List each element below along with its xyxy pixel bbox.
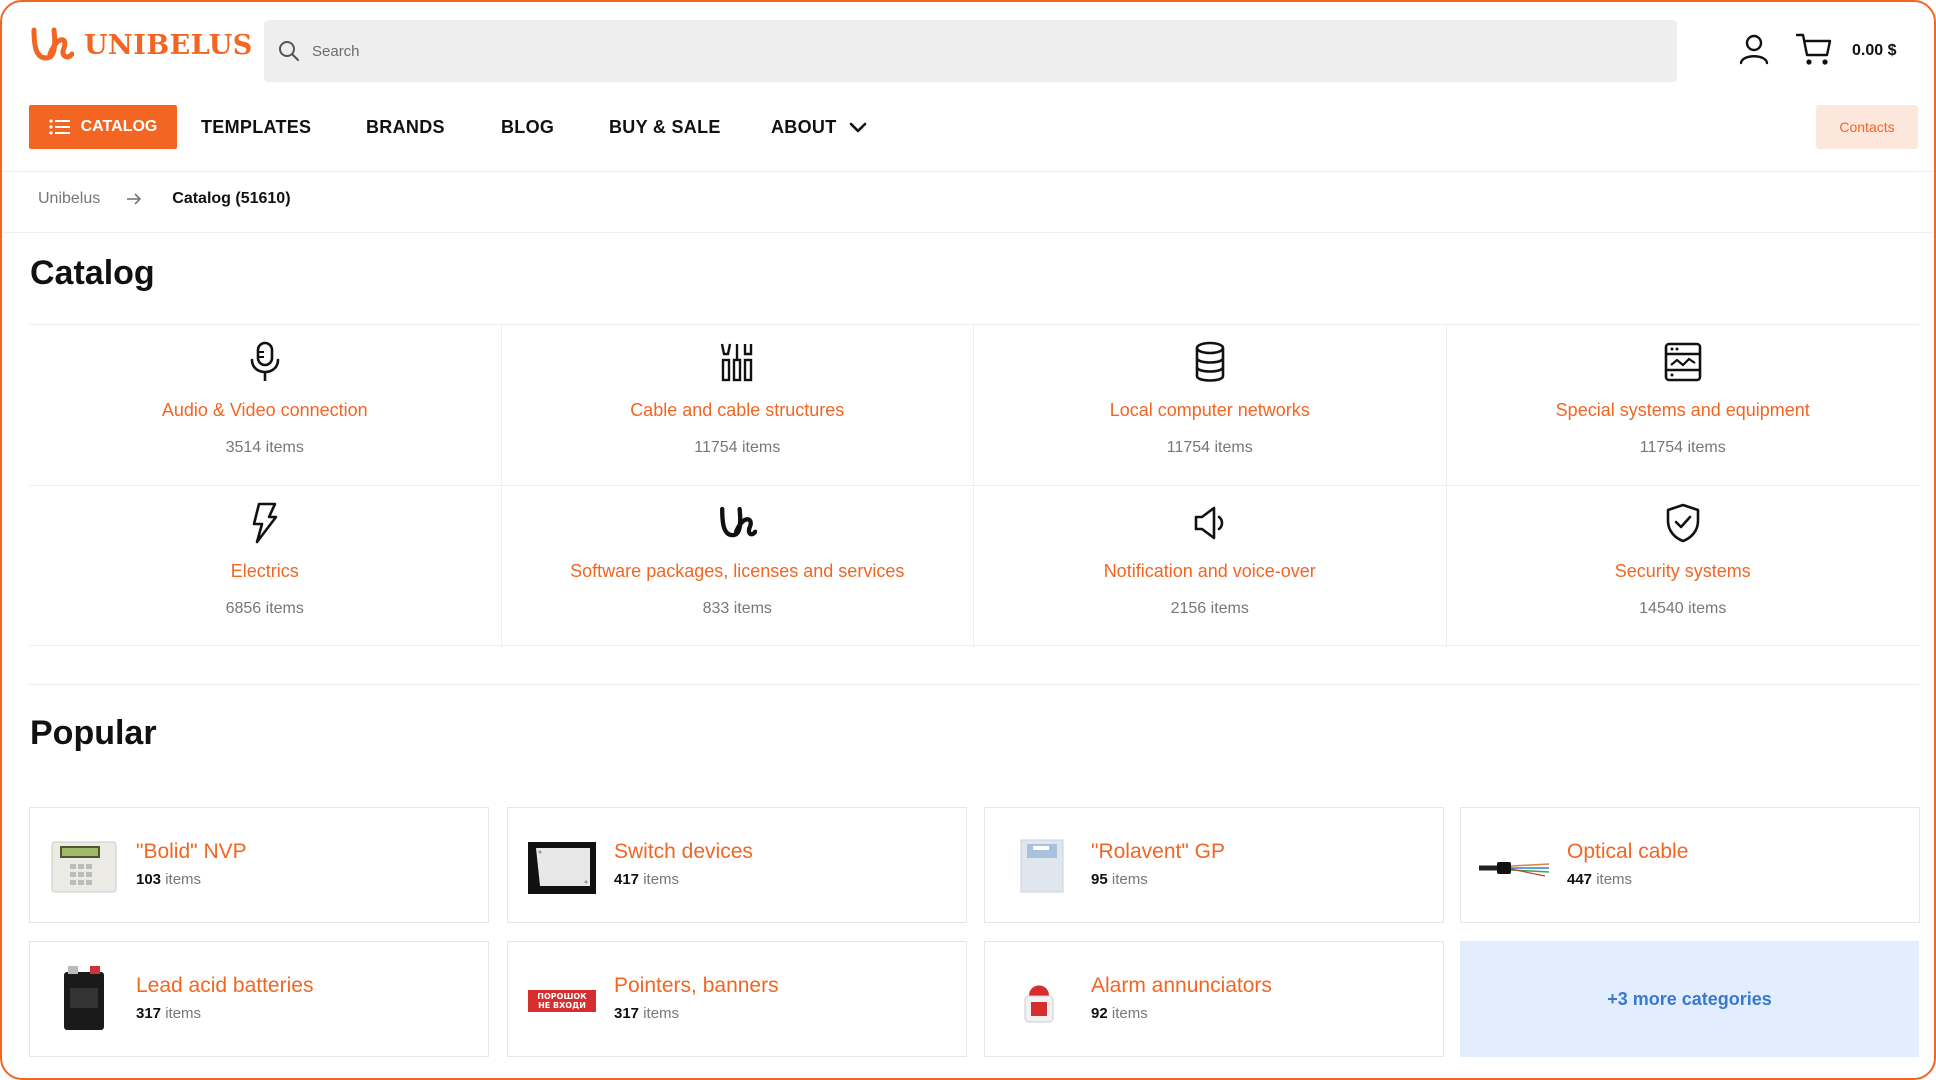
popular-item[interactable]: Alarm annunciators 92 items <box>984 941 1444 1057</box>
popular-item-count: 417 items <box>614 871 680 888</box>
category-count: 11754 items <box>1639 439 1726 456</box>
server-panel-icon <box>1664 342 1702 382</box>
catalog-grid: Audio & Video connection 3514 items Cabl… <box>29 324 1920 647</box>
brand-logo[interactable]: UNIBELUS <box>28 24 253 66</box>
menu-list-icon <box>49 119 70 135</box>
category-count: 3514 items <box>225 439 304 456</box>
category-card[interactable]: Electrics 6856 items <box>29 486 502 647</box>
popular-item-name: Switch devices <box>614 840 753 863</box>
category-count: 2156 items <box>1170 600 1249 617</box>
shield-check-icon <box>1666 503 1700 543</box>
popular-item[interactable]: Optical cable 447 items <box>1460 807 1920 923</box>
optical-cable-thumbnail <box>1479 862 1550 877</box>
chevron-down-icon <box>849 122 866 132</box>
nav-buy-sale[interactable]: BUY & SALE <box>609 117 721 138</box>
switch-device-thumbnail <box>528 842 596 894</box>
category-name: Notification and voice-over <box>1103 561 1316 581</box>
popular-item[interactable]: "Bolid" NVP 103 items <box>29 807 489 923</box>
popular-item-count: 92 items <box>1091 1005 1148 1022</box>
more-categories-button[interactable]: +3 more categories <box>1460 941 1919 1057</box>
contacts-button[interactable]: Contacts <box>1816 105 1918 149</box>
cart-total[interactable]: 0.00 $ <box>1852 42 1896 60</box>
category-name: Security systems <box>1614 561 1751 581</box>
nav-blog[interactable]: BLOG <box>501 117 554 138</box>
category-name: Cable and cable structures <box>630 400 845 420</box>
catalog-button-label: CATALOG <box>80 118 158 135</box>
alarm-annunciator-thumbnail <box>1024 985 1054 1023</box>
category-card[interactable]: Security systems 14540 items <box>1447 486 1920 647</box>
user-account-icon[interactable] <box>1737 32 1771 66</box>
category-name: Local computer networks <box>1109 400 1310 420</box>
breadcrumb: Unibelus Catalog (51610) <box>38 190 291 208</box>
cart-icon[interactable] <box>1795 31 1833 67</box>
popular-item-count: 317 items <box>136 1005 202 1022</box>
popular-item-count: 447 items <box>1567 871 1633 888</box>
category-name: Special systems and equipment <box>1555 400 1810 420</box>
popular-item[interactable]: "Rolavent" GP 95 items <box>984 807 1444 923</box>
category-card[interactable]: Software packages, licenses and services… <box>502 486 974 647</box>
divider <box>29 684 1919 685</box>
category-count: 6856 items <box>225 600 304 617</box>
popular-item[interactable]: Switch devices 417 items <box>507 807 967 923</box>
search-icon <box>279 41 299 61</box>
top-header: UNIBELUS 0.00 $ <box>2 2 1934 90</box>
banner-text-line-1: ПОРОШОК <box>537 992 587 1001</box>
popular-item-count: 103 items <box>136 871 202 888</box>
lightning-icon <box>252 502 278 544</box>
unibelus-logo-icon <box>720 506 758 538</box>
popular-item[interactable]: ПОРОШОК НЕ ВХОДИ Pointers, banners 317 i… <box>507 941 967 1057</box>
brand-name: UNIBELUS <box>84 29 253 61</box>
page-frame: UNIBELUS 0.00 $ CATALOG <box>0 0 1936 1080</box>
breadcrumb-current: Catalog (51610) <box>172 190 291 207</box>
category-count: 11754 items <box>694 439 781 456</box>
breadcrumb-home[interactable]: Unibelus <box>38 190 100 208</box>
banner-text-line-2: НЕ ВХОДИ <box>538 1001 586 1010</box>
popular-item-count: 317 items <box>614 1005 680 1022</box>
tools-icon <box>721 343 753 382</box>
category-card[interactable]: Notification and voice-over 2156 items <box>974 486 1447 647</box>
popular-item-name: Alarm annunciators <box>1091 974 1272 997</box>
arrow-right-icon <box>127 193 142 205</box>
rolavent-device-thumbnail <box>1020 839 1064 893</box>
divider <box>2 232 1934 233</box>
nav-about-label: ABOUT <box>771 117 837 137</box>
category-count: 833 items <box>702 600 772 617</box>
category-card[interactable]: Audio & Video connection 3514 items <box>29 325 502 486</box>
microphone-icon <box>250 341 280 381</box>
catalog-title: Catalog <box>30 254 155 292</box>
category-card[interactable]: Cable and cable structures 11754 items <box>501 325 974 486</box>
popular-item-name: Optical cable <box>1567 840 1689 863</box>
category-name: Electrics <box>230 561 299 581</box>
popular-item-name: Lead acid batteries <box>136 974 314 997</box>
popular-title: Popular <box>30 714 157 752</box>
catalog-button[interactable]: CATALOG <box>29 105 177 149</box>
category-card[interactable]: Local computer networks 11754 items <box>974 325 1447 486</box>
speaker-icon <box>1194 506 1224 540</box>
popular-item-name: Pointers, banners <box>614 974 779 997</box>
nav-about[interactable]: ABOUT <box>771 117 867 138</box>
search-bar[interactable] <box>264 20 1677 82</box>
search-input[interactable] <box>312 42 1612 60</box>
unibelus-logo-icon <box>31 27 74 61</box>
banner-sign-thumbnail: ПОРОШОК НЕ ВХОДИ <box>528 990 596 1012</box>
category-name: Audio & Video connection <box>161 400 368 420</box>
popular-item-name: "Rolavent" GP <box>1091 840 1225 863</box>
category-count: 14540 items <box>1639 600 1727 617</box>
nav-brands[interactable]: BRANDS <box>366 117 445 138</box>
nav-templates[interactable]: TEMPLATES <box>201 117 311 138</box>
bolid-panel-thumbnail <box>51 841 117 893</box>
category-count: 11754 items <box>1166 439 1253 456</box>
category-card[interactable]: Special systems and equipment 11754 item… <box>1446 325 1919 486</box>
database-icon <box>1195 341 1225 382</box>
popular-item-count: 95 items <box>1091 871 1148 888</box>
main-nav: CATALOG TEMPLATES BRANDS BLOG BUY & SALE… <box>2 100 1934 172</box>
battery-thumbnail <box>64 966 104 1030</box>
popular-item[interactable]: Lead acid batteries 317 items <box>29 941 489 1057</box>
category-name: Software packages, licenses and services <box>570 561 905 581</box>
popular-item-name: "Bolid" NVP <box>136 840 247 863</box>
